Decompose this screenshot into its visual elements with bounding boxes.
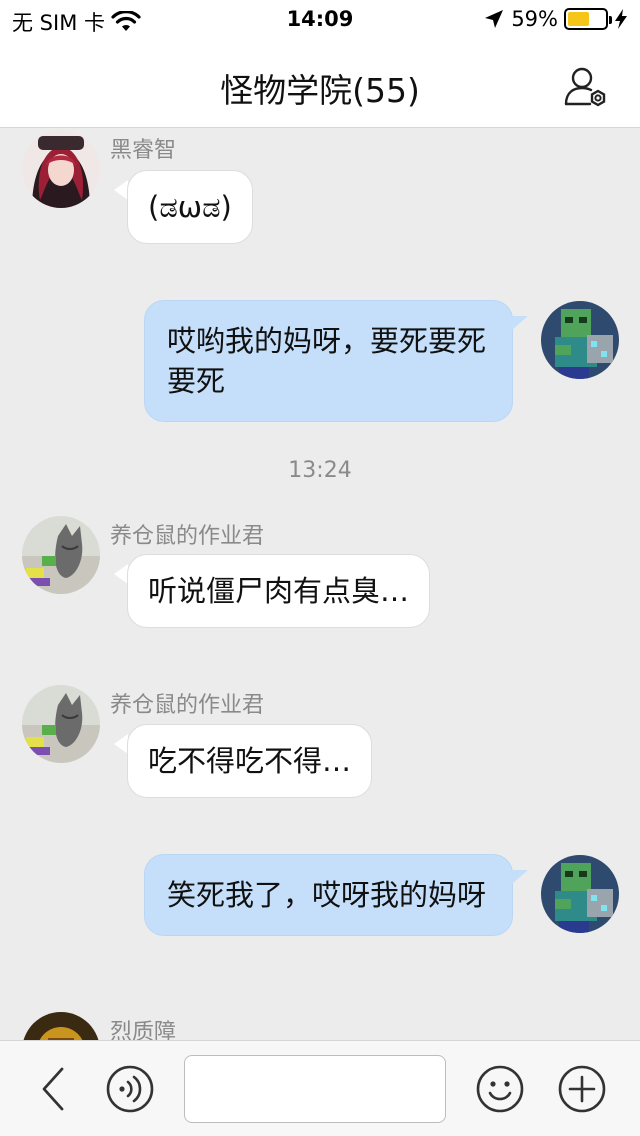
sender-name: 养仓鼠的作业君 bbox=[110, 524, 265, 549]
voice-button[interactable] bbox=[106, 1065, 154, 1113]
back-button[interactable] bbox=[30, 1065, 78, 1113]
avatar[interactable] bbox=[22, 516, 100, 594]
bubble-tail bbox=[114, 734, 128, 754]
message-text: 哎哟我的妈呀，要死要死要死 bbox=[167, 324, 487, 398]
message-text: 吃不得吃不得… bbox=[148, 744, 352, 778]
charging-bolt-icon bbox=[615, 9, 627, 29]
message-bubble[interactable]: 吃不得吃不得… bbox=[127, 724, 373, 798]
avatar[interactable] bbox=[22, 130, 100, 208]
chat-area[interactable]: 黑睿智 (ಡωಡ) 哎哟我的妈呀，要死要死要死 13:24 养仓鼠的作业君 听说… bbox=[0, 128, 640, 1040]
sender-name: 烈质障 bbox=[110, 1020, 177, 1040]
group-settings-button[interactable] bbox=[564, 64, 608, 108]
input-bar bbox=[0, 1040, 640, 1136]
chevron-left-icon bbox=[42, 1067, 64, 1111]
bubble-tail bbox=[512, 316, 528, 330]
battery-icon bbox=[564, 8, 612, 30]
bubble-tail bbox=[512, 870, 528, 884]
message-text: 听说僵尸肉有点臭… bbox=[148, 574, 410, 608]
message-bubble[interactable]: 笑死我了，哎呀我的妈呀 bbox=[144, 854, 513, 936]
battery-percent: 59% bbox=[511, 7, 558, 31]
emoji-icon bbox=[476, 1065, 524, 1113]
message-input[interactable] bbox=[184, 1055, 446, 1123]
message-text: 笑死我了，哎呀我的妈呀 bbox=[167, 878, 487, 912]
message-text: (ಡωಡ) bbox=[148, 190, 232, 224]
message-bubble[interactable]: 哎哟我的妈呀，要死要死要死 bbox=[144, 300, 513, 422]
location-arrow-icon bbox=[485, 10, 504, 28]
avatar[interactable] bbox=[22, 1012, 100, 1040]
page-title: 怪物学院(55) bbox=[220, 71, 420, 110]
plus-icon bbox=[558, 1065, 606, 1113]
status-bar: 无 SIM 卡 14:09 59% bbox=[0, 0, 640, 40]
message-bubble[interactable]: (ಡωಡ) bbox=[127, 170, 253, 244]
avatar[interactable] bbox=[541, 301, 619, 379]
avatar[interactable] bbox=[22, 685, 100, 763]
sender-name: 黑睿智 bbox=[110, 138, 177, 163]
nav-bar: 怪物学院(55) bbox=[0, 40, 640, 128]
more-button[interactable] bbox=[558, 1065, 606, 1113]
avatar[interactable] bbox=[541, 855, 619, 933]
message-bubble[interactable]: 听说僵尸肉有点臭… bbox=[127, 554, 431, 628]
sender-name: 养仓鼠的作业君 bbox=[110, 693, 265, 718]
bubble-tail bbox=[114, 564, 128, 584]
group-settings-icon bbox=[564, 67, 606, 107]
voice-icon bbox=[106, 1065, 154, 1113]
timestamp: 13:24 bbox=[288, 458, 352, 483]
battery-level bbox=[568, 12, 590, 26]
emoji-button[interactable] bbox=[476, 1065, 524, 1113]
status-right: 59% bbox=[483, 7, 628, 31]
bubble-tail bbox=[114, 180, 128, 200]
